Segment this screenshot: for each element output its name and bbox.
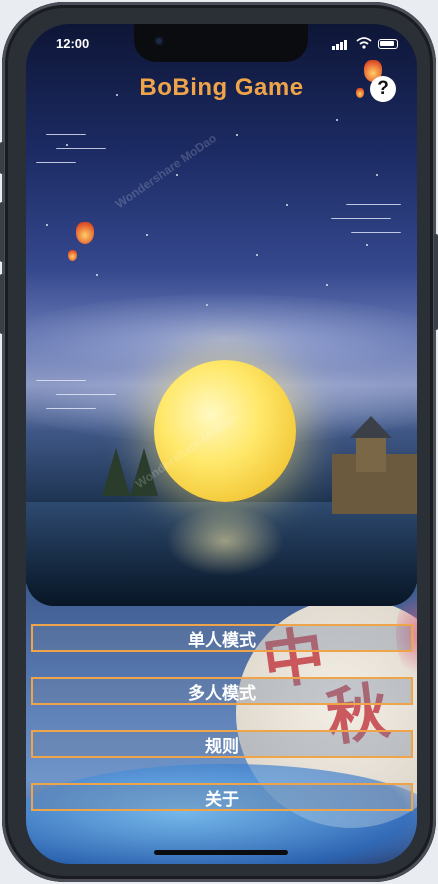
volume-down-button bbox=[0, 274, 4, 334]
castle bbox=[326, 416, 417, 519]
page-title: BoBing Game bbox=[139, 74, 304, 101]
hero-image: Wondershare MoDao Wondershare MoDao bbox=[26, 24, 417, 606]
power-button bbox=[434, 234, 438, 330]
moon-reflection bbox=[166, 506, 284, 576]
wave-line bbox=[36, 162, 76, 164]
wave-line bbox=[46, 134, 86, 136]
phone-frame: 中 秋 Wondershare MoDao Wondershare MoDao … bbox=[0, 2, 438, 882]
silent-switch bbox=[0, 142, 4, 174]
volume-up-button bbox=[0, 202, 4, 262]
battery-icon bbox=[378, 39, 398, 49]
status-time: 12:00 bbox=[56, 36, 90, 51]
wave-line bbox=[331, 218, 391, 220]
app-screen: 中 秋 Wondershare MoDao Wondershare MoDao … bbox=[26, 24, 417, 864]
rules-button[interactable]: 规则 bbox=[31, 730, 413, 758]
wave-line bbox=[56, 148, 106, 150]
single-player-button[interactable]: 单人模式 bbox=[31, 624, 413, 652]
wave-line bbox=[36, 380, 86, 382]
watermark: Wondershare MoDao bbox=[112, 130, 219, 212]
wave-line bbox=[346, 204, 401, 206]
multiplayer-button[interactable]: 多人模式 bbox=[31, 677, 413, 705]
home-indicator[interactable] bbox=[154, 850, 288, 855]
decorative-silk bbox=[26, 764, 417, 864]
sky-lantern bbox=[68, 250, 77, 261]
help-icon[interactable]: ? bbox=[370, 76, 396, 102]
sky-lantern bbox=[76, 222, 94, 244]
wave-line bbox=[56, 394, 116, 396]
front-camera bbox=[154, 36, 164, 46]
tree bbox=[102, 448, 130, 496]
about-button[interactable]: 关于 bbox=[31, 783, 413, 811]
wifi-icon bbox=[356, 37, 372, 49]
wave-line bbox=[46, 408, 96, 410]
wave-line bbox=[351, 232, 401, 234]
